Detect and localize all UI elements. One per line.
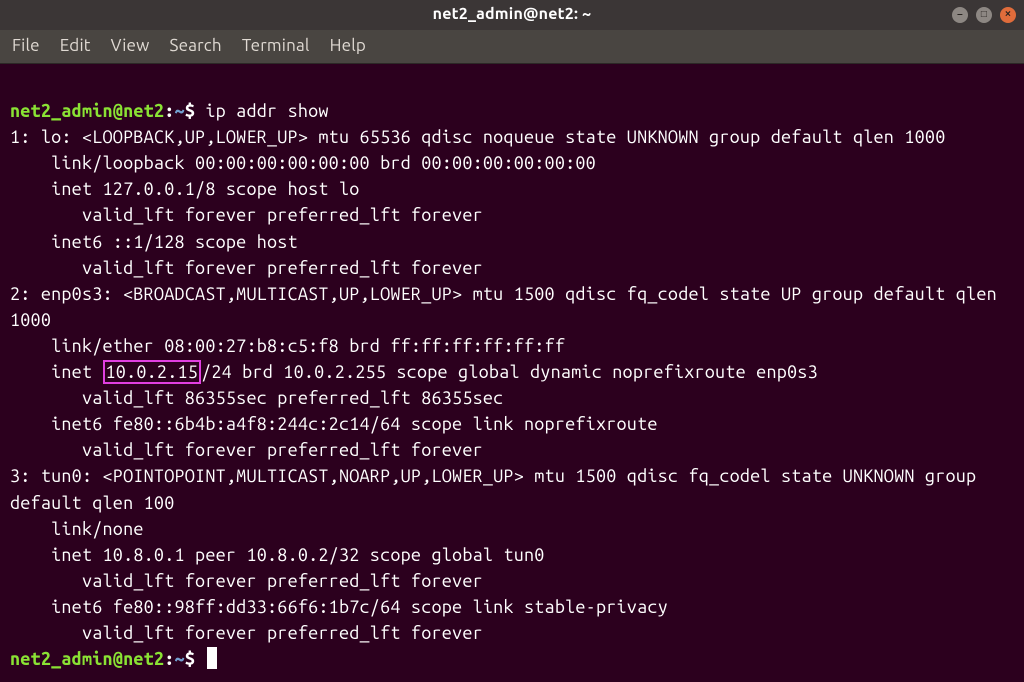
output-line: valid_lft forever preferred_lft forever (10, 258, 483, 278)
menu-terminal[interactable]: Terminal (242, 34, 310, 59)
output-line: 2: enp0s3: <BROADCAST,MULTICAST,UP,LOWER… (10, 284, 1007, 330)
output-line: valid_lft forever preferred_lft forever (10, 623, 483, 643)
output-line: link/loopback 00:00:00:00:00:00 brd 00:0… (10, 153, 596, 173)
prompt-user: net2_admin (10, 101, 113, 121)
output-line: inet6 ::1/128 scope host (10, 232, 298, 252)
output-line: valid_lft forever preferred_lft forever (10, 205, 483, 225)
output-line: valid_lft forever preferred_lft forever (10, 571, 483, 591)
output-line: inet6 fe80::6b4b:a4f8:244c:2c14/64 scope… (10, 414, 658, 434)
output-line: valid_lft forever preferred_lft forever (10, 440, 483, 460)
maximize-icon[interactable]: □ (976, 7, 992, 23)
output-line: link/none (10, 519, 144, 539)
output-line: 1: lo: <LOOPBACK,UP,LOWER_UP> mtu 65536 … (10, 127, 945, 147)
menu-search[interactable]: Search (170, 34, 222, 59)
menu-view[interactable]: View (111, 34, 150, 59)
prompt-path: ~ (175, 101, 185, 121)
output-line-inet-enp0s3: inet 10.0.2.15/24 brd 10.0.2.255 scope g… (10, 360, 818, 384)
output-line: valid_lft 86355sec preferred_lft 86355se… (10, 388, 503, 408)
output-line: link/ether 08:00:27:b8:c5:f8 brd ff:ff:f… (10, 336, 565, 356)
prompt-colon: : (164, 101, 174, 121)
prompt-line-1: net2_admin@net2:~$ ip addr show (10, 101, 329, 121)
output-line: 3: tun0: <POINTOPOINT,MULTICAST,NOARP,UP… (10, 466, 987, 512)
prompt-at: @ (113, 101, 123, 121)
cursor-icon (207, 647, 217, 669)
output-line: inet 10.8.0.1 peer 10.8.0.2/32 scope glo… (10, 545, 545, 565)
minimize-icon[interactable]: – (952, 7, 968, 23)
terminal-area[interactable]: net2_admin@net2:~$ ip addr show 1: lo: <… (0, 64, 1024, 682)
titlebar: net2_admin@net2: ~ – □ × (0, 0, 1024, 30)
menu-edit[interactable]: Edit (60, 34, 91, 59)
menu-help[interactable]: Help (330, 34, 366, 59)
command-text: ip addr show (205, 101, 328, 121)
window-title: net2_admin@net2: ~ (433, 3, 592, 26)
prompt-dollar: $ (185, 101, 195, 121)
output-line: inet6 fe80::98ff:dd33:66f6:1b7c/64 scope… (10, 597, 668, 617)
menu-file[interactable]: File (12, 34, 40, 59)
prompt-host: net2 (123, 101, 164, 121)
highlighted-ip: 10.0.2.15 (103, 360, 202, 384)
output-line: inet 127.0.0.1/8 scope host lo (10, 179, 360, 199)
prompt-line-2: net2_admin@net2:~$ (10, 649, 217, 669)
menubar: File Edit View Search Terminal Help (0, 30, 1024, 64)
window-controls: – □ × (952, 7, 1016, 23)
close-icon[interactable]: × (1000, 7, 1016, 23)
